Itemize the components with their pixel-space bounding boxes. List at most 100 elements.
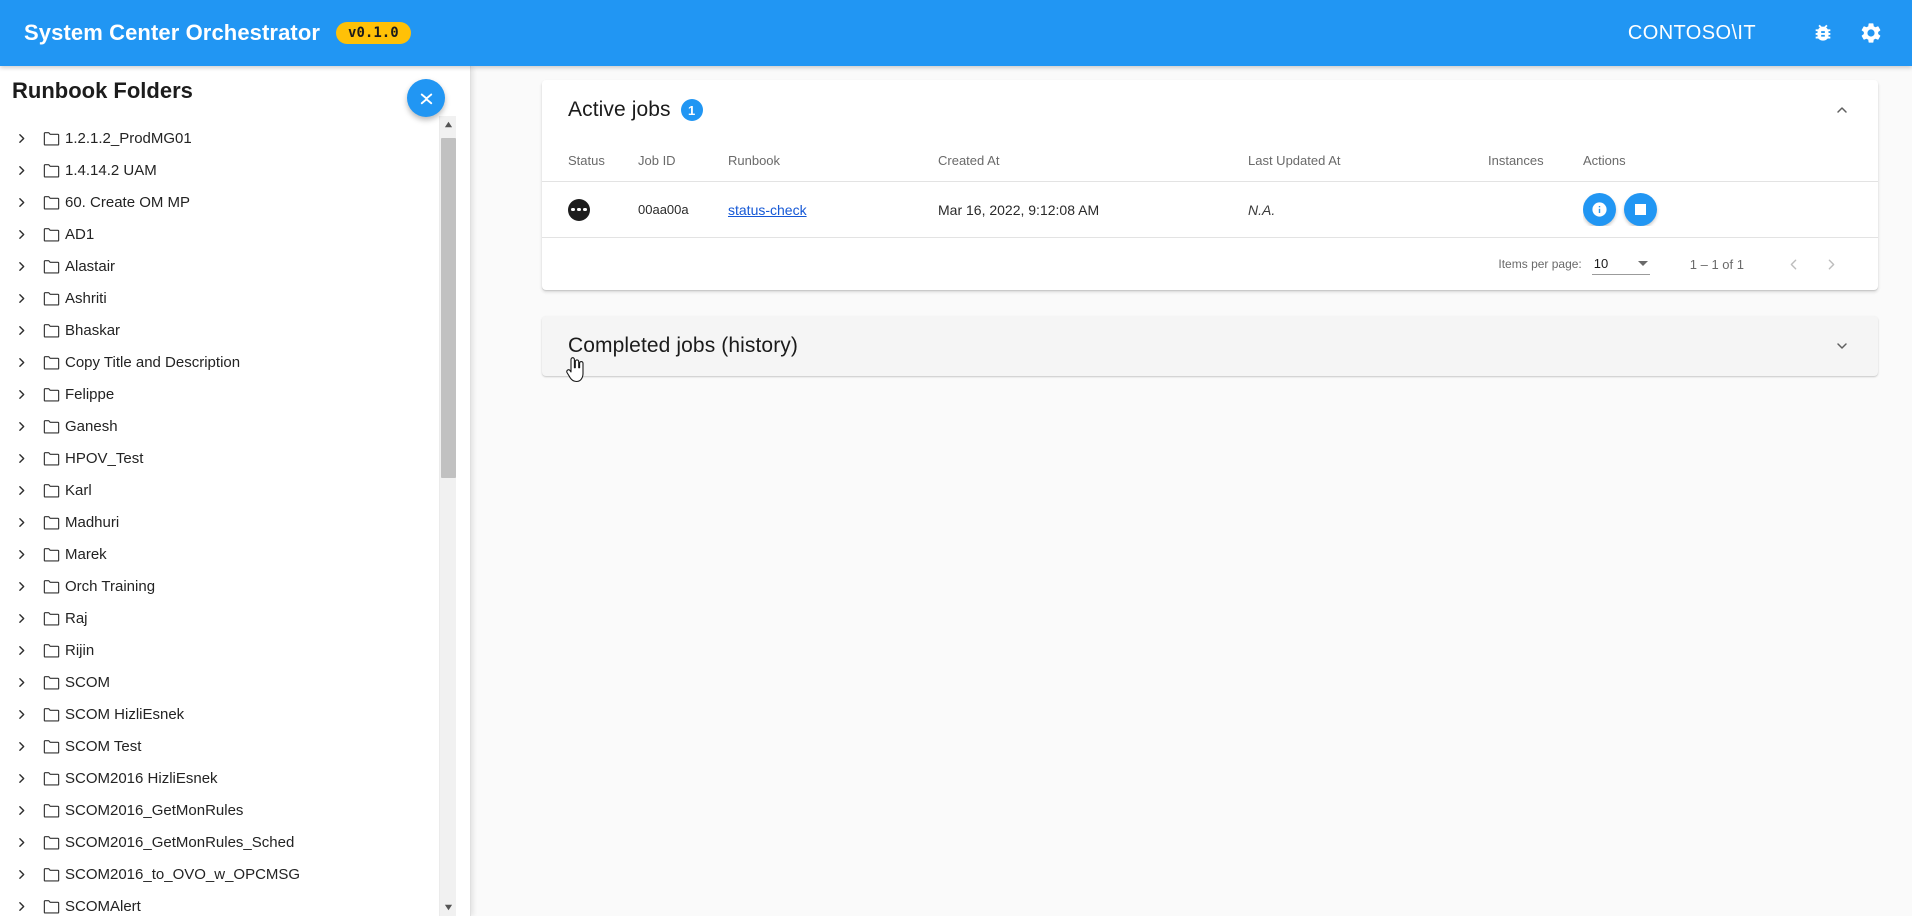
chevron-right-icon[interactable]: [8, 356, 34, 369]
folder-tree-item[interactable]: SCOM2016_GetMonRules: [0, 794, 471, 826]
folder-label: Karl: [64, 482, 92, 499]
chevron-right-icon[interactable]: [8, 516, 34, 529]
table-header-row: Status Job ID Runbook Created At Last Up…: [542, 140, 1878, 182]
chevron-right-icon[interactable]: [8, 164, 34, 177]
folder-icon: [34, 803, 60, 818]
runbook-cell: status-check: [728, 202, 938, 218]
folder-tree-item[interactable]: SCOM Test: [0, 730, 471, 762]
folder-label: AD1: [64, 226, 94, 243]
folder-tree-item[interactable]: SCOM2016_to_OVO_w_OPCMSG: [0, 858, 471, 890]
folder-icon: [34, 291, 60, 306]
chevron-right-icon[interactable]: [8, 452, 34, 465]
chevron-right-icon[interactable]: [8, 644, 34, 657]
collapse-all-button[interactable]: [407, 79, 445, 117]
folder-tree-item[interactable]: Alastair: [0, 250, 471, 282]
chevron-right-icon[interactable]: [8, 580, 34, 593]
chevron-right-icon[interactable]: [8, 548, 34, 561]
folder-tree-item[interactable]: SCOM HizliEsnek: [0, 698, 471, 730]
folder-tree-item[interactable]: Marek: [0, 538, 471, 570]
folder-label: Felippe: [64, 386, 114, 403]
folder-icon: [34, 835, 60, 850]
chevron-right-icon[interactable]: [8, 740, 34, 753]
job-info-button[interactable]: [1583, 193, 1616, 226]
chevron-down-icon[interactable]: [1830, 334, 1854, 358]
table-row[interactable]: 00aa00a status-check Mar 16, 2022, 9:12:…: [542, 182, 1878, 238]
chevron-up-icon[interactable]: [1830, 98, 1854, 122]
folder-tree-item[interactable]: SCOMAlert: [0, 890, 471, 916]
chevron-right-icon[interactable]: [8, 388, 34, 401]
folder-label: Madhuri: [64, 514, 119, 531]
folder-tree-item[interactable]: Ashriti: [0, 282, 471, 314]
main-content: Active jobs 1 Status Job ID Runbook Crea…: [471, 66, 1912, 916]
chevron-right-icon[interactable]: [8, 292, 34, 305]
folder-tree-item[interactable]: 60. Create OM MP: [0, 186, 471, 218]
user-account-label: CONTOSO\IT: [1628, 22, 1756, 45]
chevron-right-icon[interactable]: [8, 420, 34, 433]
folder-label: Bhaskar: [64, 322, 120, 339]
bug-icon[interactable]: [1806, 16, 1840, 50]
job-status-cell: [568, 199, 638, 221]
folder-label: Marek: [64, 546, 107, 563]
folder-tree-item[interactable]: Bhaskar: [0, 314, 471, 346]
gear-icon[interactable]: [1854, 16, 1888, 50]
folder-tree-item[interactable]: HPOV_Test: [0, 442, 471, 474]
chevron-right-icon[interactable]: [8, 132, 34, 145]
sidebar-scrollbar[interactable]: [439, 116, 456, 916]
chevron-right-icon[interactable]: [8, 196, 34, 209]
version-badge: v0.1.0: [336, 22, 411, 44]
folder-label: HPOV_Test: [64, 450, 143, 467]
runbook-folders-sidebar: Runbook Folders 1.2.1.2_ProdMG011.4.14.2…: [0, 66, 471, 916]
chevron-right-icon[interactable]: [8, 676, 34, 689]
scroll-up-arrow-icon[interactable]: [440, 116, 457, 133]
folder-tree-item[interactable]: Rijin: [0, 634, 471, 666]
chevron-right-icon[interactable]: [8, 868, 34, 881]
column-header-actions: Actions: [1583, 153, 1723, 168]
scrollbar-thumb[interactable]: [441, 138, 456, 478]
chevron-right-icon[interactable]: [8, 900, 34, 913]
active-jobs-table: Status Job ID Runbook Created At Last Up…: [542, 140, 1878, 290]
folder-icon: [34, 227, 60, 242]
chevron-right-icon[interactable]: [8, 260, 34, 273]
active-jobs-count-badge: 1: [681, 99, 703, 121]
folder-tree-item[interactable]: SCOM: [0, 666, 471, 698]
folder-tree-item[interactable]: SCOM2016_GetMonRules_Sched: [0, 826, 471, 858]
folder-tree-item[interactable]: Ganesh: [0, 410, 471, 442]
folder-tree-item[interactable]: 1.4.14.2 UAM: [0, 154, 471, 186]
scroll-down-arrow-icon[interactable]: [440, 899, 457, 916]
folder-tree-scroll-area: 1.2.1.2_ProdMG011.4.14.2 UAM60. Create O…: [0, 116, 471, 916]
folder-icon: [34, 867, 60, 882]
completed-jobs-title: Completed jobs (history): [568, 334, 798, 358]
folder-tree-item[interactable]: Felippe: [0, 378, 471, 410]
folder-icon: [34, 643, 60, 658]
folder-tree-item[interactable]: Karl: [0, 474, 471, 506]
folder-tree-item[interactable]: AD1: [0, 218, 471, 250]
runbook-link[interactable]: status-check: [728, 202, 807, 218]
previous-page-button[interactable]: [1774, 245, 1812, 283]
chevron-right-icon[interactable]: [8, 836, 34, 849]
chevron-right-icon[interactable]: [8, 804, 34, 817]
chevron-right-icon[interactable]: [8, 484, 34, 497]
folder-tree-item[interactable]: Madhuri: [0, 506, 471, 538]
chevron-right-icon[interactable]: [8, 228, 34, 241]
active-jobs-title: Active jobs: [568, 98, 671, 122]
folder-icon: [34, 675, 60, 690]
folder-tree-item[interactable]: Copy Title and Description: [0, 346, 471, 378]
chevron-right-icon[interactable]: [8, 612, 34, 625]
folder-tree-item[interactable]: Orch Training: [0, 570, 471, 602]
folder-tree: 1.2.1.2_ProdMG011.4.14.2 UAM60. Create O…: [0, 116, 471, 916]
folder-tree-item[interactable]: SCOM2016 HizliEsnek: [0, 762, 471, 794]
chevron-right-icon[interactable]: [8, 772, 34, 785]
chevron-right-icon[interactable]: [8, 324, 34, 337]
folder-tree-item[interactable]: Raj: [0, 602, 471, 634]
last-updated-at-cell: N.A.: [1248, 202, 1488, 218]
chevron-right-icon[interactable]: [8, 708, 34, 721]
items-per-page-select[interactable]: 10: [1592, 254, 1650, 275]
folder-icon: [34, 387, 60, 402]
folder-label: Orch Training: [64, 578, 155, 595]
folder-label: SCOM2016 HizliEsnek: [64, 770, 218, 787]
folder-tree-item[interactable]: 1.2.1.2_ProdMG01: [0, 122, 471, 154]
active-jobs-panel-header[interactable]: Active jobs 1: [542, 80, 1878, 140]
next-page-button[interactable]: [1812, 245, 1850, 283]
completed-jobs-panel-header[interactable]: Completed jobs (history): [542, 316, 1878, 376]
job-stop-button[interactable]: [1624, 193, 1657, 226]
